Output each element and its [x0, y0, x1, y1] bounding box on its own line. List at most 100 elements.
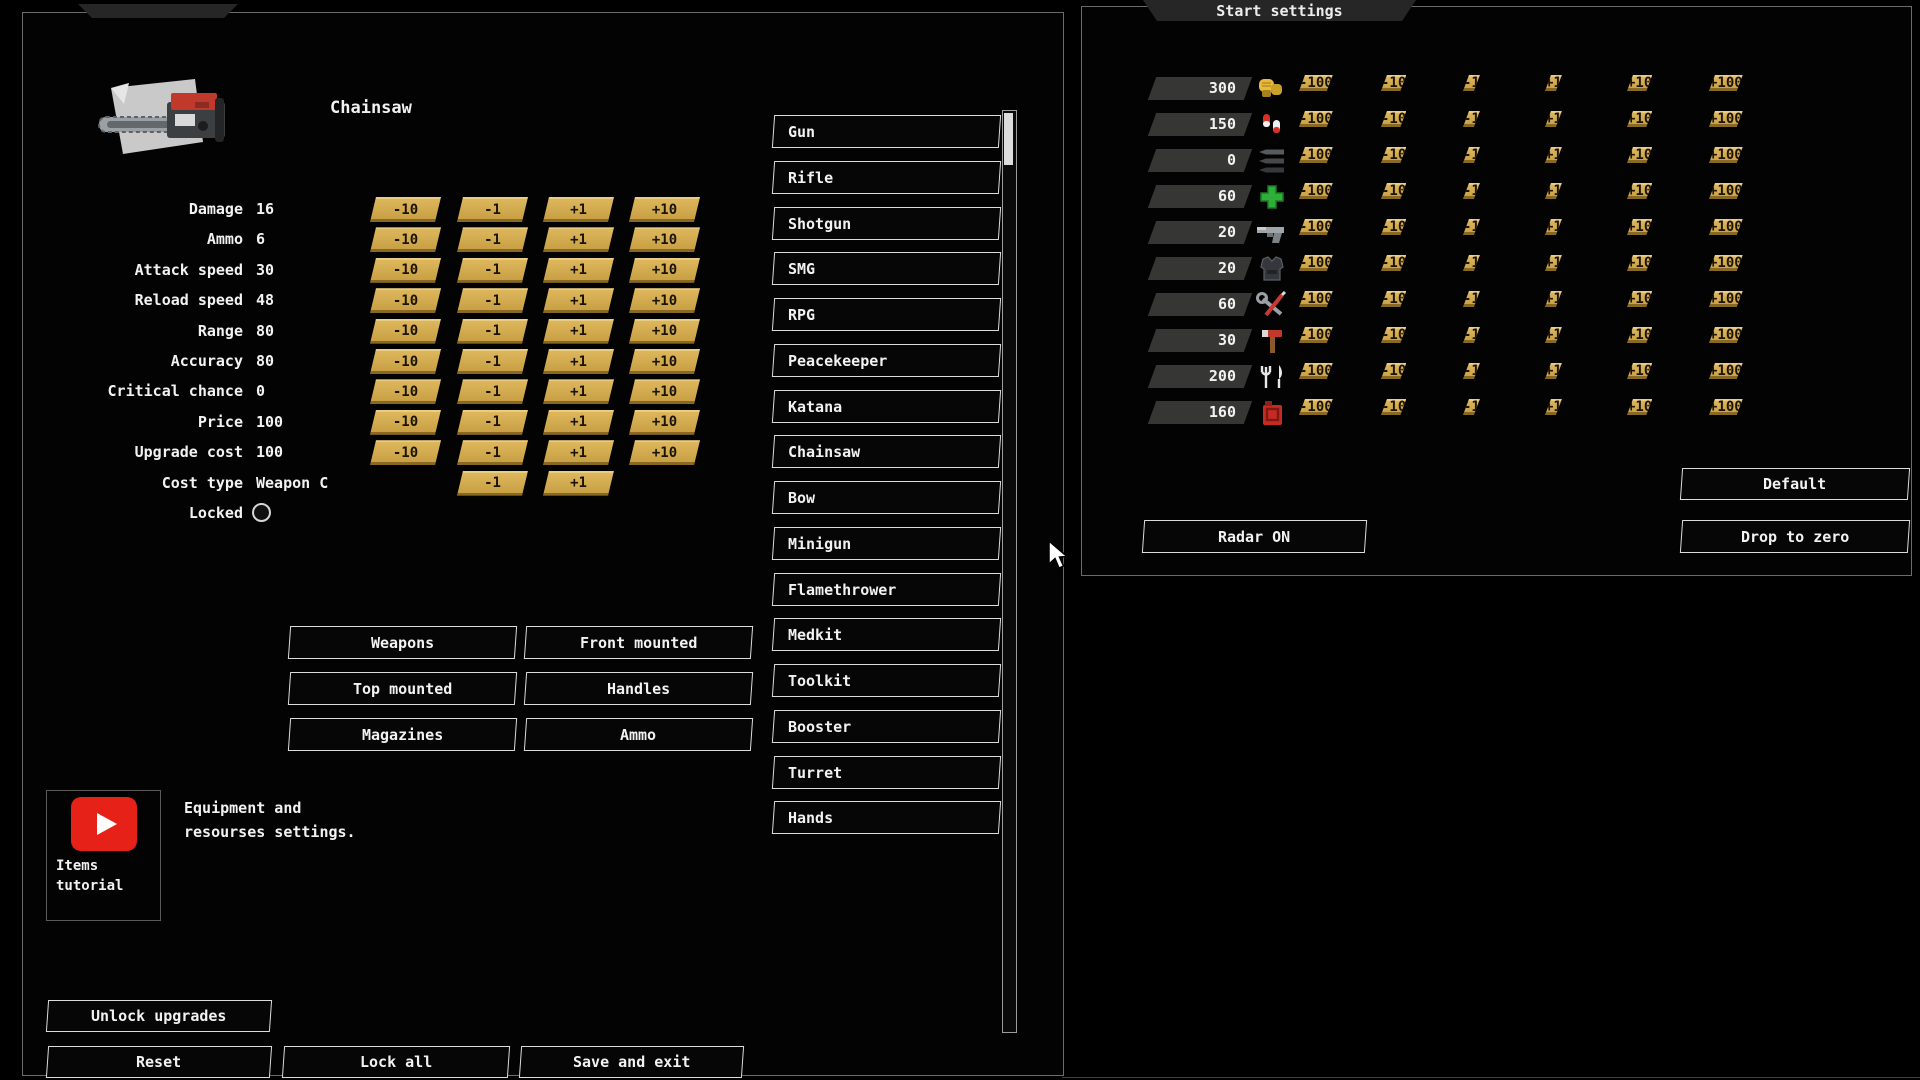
start-settings-title: Start settings [1143, 0, 1416, 21]
drop-to-zero-label: Drop to zero [1741, 528, 1849, 546]
lock-all-button[interactable]: Lock all [282, 1046, 510, 1078]
chainsaw-art [97, 72, 237, 168]
scrollbar-thumb[interactable] [1004, 113, 1013, 165]
stat-adjust-price-plus-1[interactable]: +1 [543, 410, 614, 435]
stat-value-range: 80 [256, 322, 386, 340]
play-icon [97, 813, 117, 835]
stat-adjust-attack-speed-minus-10[interactable]: -10 [370, 258, 441, 283]
stat-adjust-damage-minus-1[interactable]: -1 [457, 197, 528, 222]
stat-adjust-ammo-minus-10[interactable]: -10 [370, 227, 441, 252]
default-label: Default [1763, 475, 1826, 493]
bottom-divider [1062, 1077, 1920, 1078]
stat-adjust-upgrade-cost-plus-1[interactable]: +1 [543, 440, 614, 465]
stat-adjust-reload-speed-plus-1[interactable]: +1 [543, 288, 614, 313]
default-button[interactable]: Default [1680, 468, 1910, 500]
stat-label-cost-type: Cost type [40, 474, 243, 492]
stat-adjust-range-minus-1[interactable]: -1 [457, 319, 528, 344]
radar-toggle-label: Radar ON [1218, 528, 1290, 546]
stat-label-ammo: Ammo [40, 230, 243, 248]
stat-adjust-accuracy-minus-1[interactable]: -1 [457, 349, 528, 374]
stat-adjust-ammo-plus-1[interactable]: +1 [543, 227, 614, 252]
stat-label-range: Range [40, 322, 243, 340]
stat-value-cost-type: Weapon C [256, 474, 386, 492]
stat-adjust-damage-plus-10[interactable]: +10 [629, 197, 700, 222]
stat-adjust-attack-speed-minus-1[interactable]: -1 [457, 258, 528, 283]
stat-value-upgrade-cost: 100 [256, 443, 386, 461]
stat-adjust-reload-speed-minus-10[interactable]: -10 [370, 288, 441, 313]
reset-button[interactable]: Reset [46, 1046, 272, 1078]
reset-label: Reset [136, 1053, 181, 1071]
stat-adjust-attack-speed-plus-1[interactable]: +1 [543, 258, 614, 283]
stat-adjust-price-plus-10[interactable]: +10 [629, 410, 700, 435]
game-settings-screen: Chainsaw Damage16-10-1+1+10Ammo6-10-1+1+… [0, 0, 1920, 1080]
stat-adjust-critical-chance-plus-1[interactable]: +1 [543, 379, 614, 404]
item-list-scrollbar[interactable] [1002, 110, 1017, 1033]
stat-adjust-ammo-minus-1[interactable]: -1 [457, 227, 528, 252]
stat-adjust-price-minus-1[interactable]: -1 [457, 410, 528, 435]
stat-value-damage: 16 [256, 200, 386, 218]
stat-adjust-attack-speed-plus-10[interactable]: +10 [629, 258, 700, 283]
stat-adjust-critical-chance-minus-1[interactable]: -1 [457, 379, 528, 404]
stat-adjust-accuracy-plus-1[interactable]: +1 [543, 349, 614, 374]
drop-to-zero-button[interactable]: Drop to zero [1680, 520, 1910, 553]
stat-label-damage: Damage [40, 200, 243, 218]
stat-adjust-critical-chance-plus-10[interactable]: +10 [629, 379, 700, 404]
stat-adjust-range-plus-10[interactable]: +10 [629, 319, 700, 344]
unlock-upgrades-label: Unlock upgrades [91, 1007, 226, 1025]
radar-toggle-button[interactable]: Radar ON [1142, 520, 1367, 553]
unlock-upgrades-button[interactable]: Unlock upgrades [46, 1000, 272, 1032]
bullets-icon [1254, 147, 1290, 175]
pistol-icon [1254, 219, 1290, 247]
resource-value: 60 [1140, 295, 1236, 313]
hammer-icon [1254, 327, 1290, 355]
item-image-chainsaw [97, 72, 237, 168]
save-and-exit-label: Save and exit [573, 1053, 690, 1071]
save-and-exit-button[interactable]: Save and exit [519, 1046, 744, 1078]
lock-all-label: Lock all [360, 1053, 432, 1071]
stat-value-price: 100 [256, 413, 386, 431]
stat-label-critical-chance: Critical chance [40, 382, 243, 400]
resource-value: 60 [1140, 187, 1236, 205]
resource-value: 300 [1140, 79, 1236, 97]
stat-label-attack-speed: Attack speed [40, 261, 243, 279]
start-settings-tab: Start settings [1143, 0, 1416, 21]
stat-adjust-damage-minus-10[interactable]: -10 [370, 197, 441, 222]
resource-value: 200 [1140, 367, 1236, 385]
stat-adjust-upgrade-cost-minus-1[interactable]: -1 [457, 440, 528, 465]
stat-adjust-accuracy-plus-10[interactable]: +10 [629, 349, 700, 374]
stat-adjust-damage-plus-1[interactable]: +1 [543, 197, 614, 222]
utensils-icon [1254, 363, 1290, 391]
stat-label-reload-speed: Reload speed [40, 291, 243, 309]
resource-value: 20 [1140, 259, 1236, 277]
mouse-cursor [1046, 540, 1070, 570]
tutorial-description: Equipment and resourses settings. [184, 796, 484, 844]
resource-value: 0 [1140, 151, 1236, 169]
stat-adjust-upgrade-cost-plus-10[interactable]: +10 [629, 440, 700, 465]
stat-value-attack-speed: 30 [256, 261, 386, 279]
left-panel-tab [78, 4, 238, 18]
resource-value: 160 [1140, 403, 1236, 421]
stat-adjust-critical-chance-minus-10[interactable]: -10 [370, 379, 441, 404]
resource-value: 20 [1140, 223, 1236, 241]
stat-value-critical-chance: 0 [256, 382, 386, 400]
resource-value: 150 [1140, 115, 1236, 133]
stat-label-accuracy: Accuracy [40, 352, 243, 370]
stat-adjust-ammo-plus-10[interactable]: +10 [629, 227, 700, 252]
stat-adjust-cost-type-plus-1[interactable]: +1 [543, 471, 614, 496]
stat-adjust-range-plus-1[interactable]: +1 [543, 319, 614, 344]
stat-adjust-accuracy-minus-10[interactable]: -10 [370, 349, 441, 374]
stat-adjust-cost-type-minus-1[interactable]: -1 [457, 471, 528, 496]
medkit-icon [1254, 183, 1290, 211]
fuel-icon [1254, 399, 1290, 427]
stat-adjust-reload-speed-minus-1[interactable]: -1 [457, 288, 528, 313]
stat-adjust-price-minus-10[interactable]: -10 [370, 410, 441, 435]
pills-icon [1254, 111, 1290, 139]
armor-icon [1254, 255, 1290, 283]
stat-adjust-range-minus-10[interactable]: -10 [370, 319, 441, 344]
stat-adjust-upgrade-cost-minus-10[interactable]: -10 [370, 440, 441, 465]
locked-toggle[interactable] [252, 503, 271, 522]
tutorial-label: Items tutorial [56, 856, 148, 896]
youtube-play-button[interactable] [71, 797, 137, 851]
stat-adjust-reload-speed-plus-10[interactable]: +10 [629, 288, 700, 313]
tools-icon [1254, 291, 1290, 319]
